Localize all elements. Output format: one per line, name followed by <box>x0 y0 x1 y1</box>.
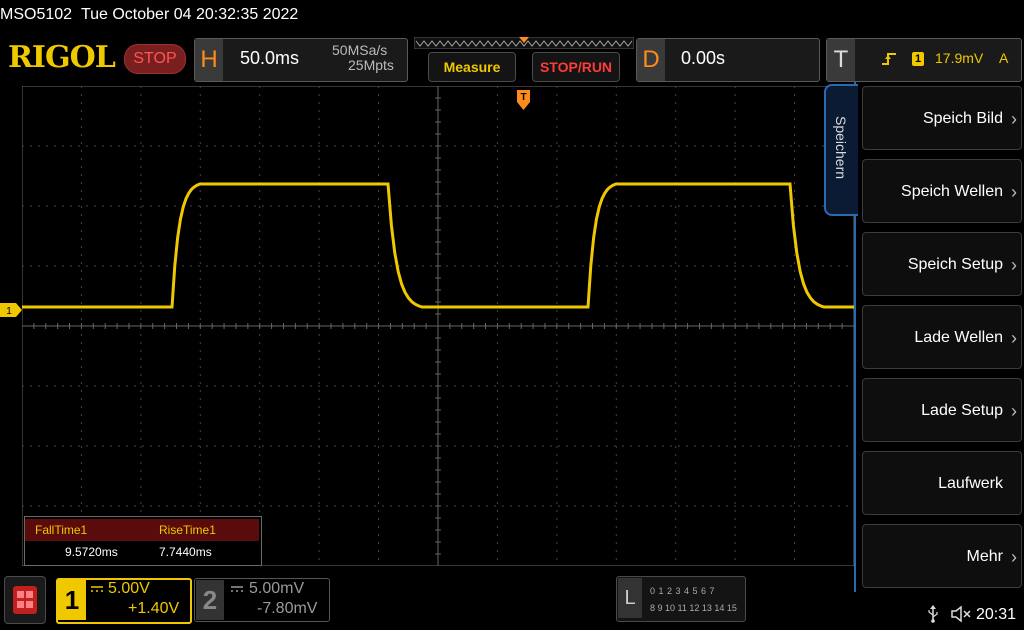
delay-panel[interactable]: D <box>636 38 820 82</box>
trigger-level: 17.9mV <box>935 50 984 66</box>
rigol-logo: RIGOL <box>8 40 116 75</box>
svg-text:1: 1 <box>6 306 12 317</box>
home-button[interactable] <box>4 576 46 624</box>
menu-item-label: Mehr <box>966 548 1003 565</box>
model-name: MSO5102 <box>0 6 73 23</box>
menu-tab-label: Speichern <box>833 116 849 180</box>
ch2-number: 2 <box>196 580 224 620</box>
horizontal-letter: H <box>195 39 223 81</box>
ch2-scale: 5.00mV <box>249 580 305 597</box>
run-state-badge[interactable]: STOP <box>124 44 186 74</box>
chevron-right-icon: › <box>1011 255 1017 275</box>
speaker-muted-icon[interactable] <box>950 605 972 623</box>
status-clock: 20:31 <box>976 606 1017 623</box>
menu-item-laufwerk[interactable]: Laufwerk <box>862 451 1022 515</box>
ch1-offset: +1.40V <box>128 600 180 617</box>
rising-edge-icon <box>882 53 896 65</box>
sample-rate: 50MSa/s <box>332 42 388 58</box>
menu-item-speich-setup[interactable]: Speich Setup › <box>862 232 1022 296</box>
trigger-panel[interactable]: T <box>826 38 1022 82</box>
grid-menu-icon <box>13 586 37 614</box>
delay-value: 0.00s <box>681 48 726 68</box>
menu-item-lade-wellen[interactable]: Lade Wellen › <box>862 305 1022 369</box>
chevron-right-icon: › <box>1011 328 1017 348</box>
menu-item-label: Lade Setup <box>921 402 1003 419</box>
usb-icon <box>928 605 938 623</box>
logic-channels-row1: 0 1 2 3 4 5 6 7 <box>650 586 715 596</box>
menu-item-speich-bild[interactable]: Speich Bild › <box>862 86 1022 150</box>
logic-channels-row2: 8 9 10 11 12 13 14 15 <box>650 603 737 613</box>
menu-item-label: Speich Wellen <box>901 183 1003 200</box>
rise-time-label: RiseTime1 <box>149 519 259 541</box>
delay-letter: D <box>637 39 665 81</box>
chevron-right-icon: › <box>1011 401 1017 421</box>
trigger-position-strip <box>414 37 634 49</box>
ch2-offset: -7.80mV <box>257 600 318 617</box>
menu-item-speich-wellen[interactable]: Speich Wellen › <box>862 159 1022 223</box>
waveform-display[interactable] <box>22 86 854 566</box>
datetime: Tue October 04 20:32:35 2022 <box>80 6 299 23</box>
trigger-source-badge: 1 <box>912 52 924 66</box>
logic-letter: L <box>618 578 642 618</box>
menu-item-label: Speich Setup <box>907 256 1003 273</box>
chevron-right-icon: › <box>1011 182 1017 202</box>
dc-coupling-icon <box>91 586 103 592</box>
memory-depth: 25Mpts <box>348 57 394 73</box>
measure-button[interactable]: Measure <box>428 52 516 82</box>
trigger-mode: A <box>999 50 1009 66</box>
menu-item-mehr[interactable]: Mehr › <box>862 524 1022 588</box>
ch1-scale: 5.00V <box>108 580 150 597</box>
ch1-number: 1 <box>58 580 86 620</box>
chevron-right-icon: › <box>1011 109 1017 129</box>
fall-time-label: FallTime1 <box>25 519 155 541</box>
menu-item-label: Laufwerk <box>938 475 1003 492</box>
svg-text:T: T <box>520 92 526 103</box>
dc-coupling-icon <box>231 586 243 592</box>
timebase-value: 50.0ms <box>240 48 300 68</box>
ch1-ground-marker[interactable]: 1 <box>0 303 22 317</box>
rise-time-value: 7.7440ms <box>159 545 212 559</box>
fall-time-value: 9.5720ms <box>65 545 118 559</box>
trigger-position-marker[interactable]: T <box>516 90 531 110</box>
stop-run-button[interactable]: STOP/RUN <box>532 52 620 82</box>
title-bar: MSO5102 Tue October 04 20:32:35 2022 <box>0 0 1024 32</box>
chevron-right-icon: › <box>1011 547 1017 567</box>
menu-item-label: Speich Bild <box>922 110 1003 127</box>
trigger-letter: T <box>827 39 855 81</box>
menu-item-label: Lade Wellen <box>914 329 1003 346</box>
menu-item-lade-setup[interactable]: Lade Setup › <box>862 378 1022 442</box>
measurement-panel: FallTime1 RiseTime1 9.5720ms 7.7440ms <box>24 516 262 566</box>
